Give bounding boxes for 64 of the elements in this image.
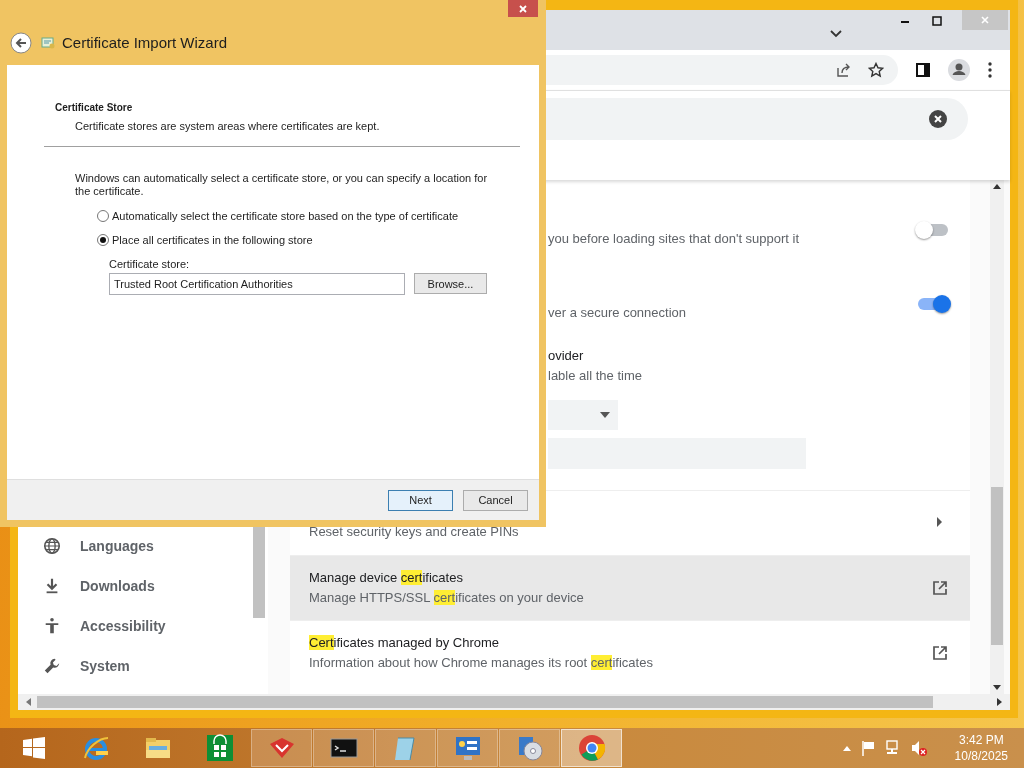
- toggle-switch[interactable]: [918, 298, 948, 310]
- close-icon: [518, 3, 528, 14]
- flag-icon[interactable]: [860, 740, 875, 756]
- chevron-down-icon[interactable]: [830, 30, 842, 38]
- radio-button[interactable]: [97, 210, 109, 222]
- windows-start-icon[interactable]: [21, 736, 46, 760]
- scrollbar-thumb[interactable]: [37, 696, 933, 708]
- scrollbar[interactable]: [18, 694, 1010, 710]
- browse-button[interactable]: Browse...: [414, 273, 487, 294]
- store-bag-icon[interactable]: [205, 734, 234, 762]
- chevron-up-icon[interactable]: [842, 745, 851, 751]
- chevron-right-icon: [937, 517, 942, 527]
- radio-option[interactable]: Place all certificates in the following store: [97, 234, 313, 246]
- dialog-button[interactable]: Cancel: [463, 489, 528, 511]
- sidebar-item[interactable]: Accessibility: [18, 606, 253, 646]
- wrench-icon: [43, 657, 61, 675]
- close-icon: [980, 15, 990, 25]
- section-subtitle: Certificate stores are system areas where certificates are kept.: [75, 120, 380, 132]
- clear-icon[interactable]: [929, 110, 947, 128]
- maximize-icon[interactable]: [932, 16, 942, 26]
- network-icon[interactable]: [884, 740, 901, 756]
- browser-e-icon[interactable]: [81, 734, 110, 762]
- scroll-up-icon[interactable]: [993, 184, 1001, 189]
- star-icon[interactable]: [868, 62, 884, 78]
- control-panel-icon[interactable]: [453, 734, 482, 762]
- globe-icon: [43, 537, 61, 555]
- dialog-title: Certificate Import Wizard: [62, 34, 228, 51]
- scroll-down-icon[interactable]: [993, 685, 1001, 690]
- intro-text: Windows can automatically select a certificate store, or you can specify a location for the certificate.: [75, 172, 489, 198]
- setting-description: Reset security keys and create PINs: [309, 523, 519, 541]
- sidebar-item[interactable]: Languages: [18, 526, 253, 566]
- external-link-icon: [932, 580, 948, 596]
- chrome-icon[interactable]: [577, 734, 606, 762]
- scrollbar[interactable]: [990, 180, 1004, 694]
- input-field[interactable]: Trusted Root Certification Authorities: [109, 273, 405, 295]
- menu-icon[interactable]: [988, 62, 992, 78]
- taskbar-button[interactable]: [437, 729, 498, 767]
- side-panel-icon[interactable]: [916, 63, 930, 77]
- toggle-switch[interactable]: [918, 224, 948, 236]
- external-link-icon: [932, 645, 948, 661]
- dialog-button[interactable]: Next: [388, 489, 453, 511]
- radio-button[interactable]: [97, 234, 109, 246]
- setting-description: you before loading sites that don't support it: [548, 230, 800, 248]
- setting-title: ovider: [548, 347, 585, 365]
- field-label: Certificate store:: [109, 258, 190, 270]
- volume-muted-icon[interactable]: [910, 740, 927, 756]
- certificate-icon: [40, 34, 56, 51]
- section-title: Certificate Store: [55, 102, 133, 113]
- close-button[interactable]: [508, 0, 538, 17]
- back-icon[interactable]: [10, 31, 32, 54]
- setting-description: lable all the time: [548, 367, 643, 385]
- sidebar-item[interactable]: System: [18, 646, 253, 686]
- setting-description: Manage HTTPS/SSL certificates on your device: [309, 589, 584, 607]
- radio-option[interactable]: Automatically select the certificate store based on the type of certificate: [97, 210, 459, 222]
- share-icon[interactable]: [836, 62, 852, 78]
- sidebar-item[interactable]: Downloads: [18, 566, 253, 606]
- avatar-icon[interactable]: [948, 59, 970, 81]
- scroll-left-icon[interactable]: [26, 698, 31, 706]
- setting-description: ver a secure connection: [548, 304, 687, 322]
- scrollbar-thumb[interactable]: [991, 487, 1003, 645]
- caret-icon: [600, 412, 610, 418]
- scroll-right-icon[interactable]: [997, 698, 1002, 706]
- taskbar-button[interactable]: [313, 729, 374, 767]
- accessibility-icon: [43, 617, 61, 635]
